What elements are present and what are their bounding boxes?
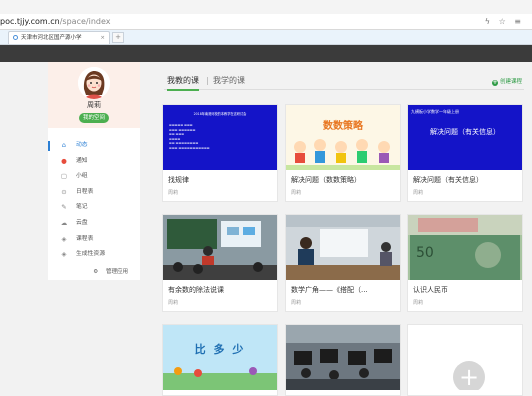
add-icon[interactable]: + xyxy=(453,361,485,390)
create-course-button[interactable]: + 创建课程 xyxy=(491,77,522,86)
course-tabs: 我教的课 | 我学的课 + 创建课程 xyxy=(164,73,524,91)
gear-icon: ⚙ xyxy=(93,269,99,275)
course-thumbnail: 2018年南港河校的本教学在这研讨会 ▬▬▬▬▬ ▬▬▬ ▬▬▬ ▬▬▬▬▬▬ ▬▬… xyxy=(163,105,277,170)
sidebar-item-label: 通知 xyxy=(76,157,88,164)
course-author: 周莉 xyxy=(413,300,424,306)
my-space-button[interactable]: 我的空间 xyxy=(79,113,109,123)
page-content: 周莉 我的空间 ⌂ 动态 ● 通知 ▢ 小组 ⊙ 日程表 ✎ 笔记 ☁ 云盘 ◈ 课程表 ◈ 生… xyxy=(0,62,532,396)
address-bar-icons[interactable]: ϟ ☆ ≡ xyxy=(485,14,524,29)
course-card[interactable]: 九横板小学数学一年级上册 解决问题（有关信息） 解决问题（有关信息） 周莉 xyxy=(407,104,523,202)
course-card[interactable] xyxy=(285,324,401,396)
address-bar[interactable]: poc.tjjy.com.cn/space/index ϟ ☆ ≡ xyxy=(0,14,532,30)
svg-text:50: 50 xyxy=(416,245,434,261)
course-title[interactable]: 解决问题（数数策略） xyxy=(291,175,361,185)
course-thumbnail: 50 xyxy=(408,215,522,280)
kids-illustration xyxy=(286,139,400,170)
cloud-icon: ☁ xyxy=(60,218,68,227)
sidebar-item-label: 笔记 xyxy=(76,204,88,211)
course-author: 周莉 xyxy=(291,300,302,306)
avatar[interactable] xyxy=(78,67,110,99)
sidebar-item-resources[interactable]: ◈ 生成性资源 xyxy=(48,247,140,263)
course-card[interactable]: 比 多 少 xyxy=(162,324,278,396)
course-thumbnail xyxy=(286,215,400,280)
tab-title: 天津市河北区国产源小学 xyxy=(21,35,82,41)
add-course-area[interactable]: + xyxy=(408,325,522,390)
course-card[interactable]: 50 认识人民币 周莉 xyxy=(407,214,523,312)
thumbnail-title: 解决问题（有关信息） xyxy=(430,128,500,136)
sidebar-item-label: 动态 xyxy=(76,142,88,148)
thumbnail-body-text: ▬▬▬▬▬ ▬▬▬ ▬▬▬ ▬▬▬▬▬▬ ▬▬ ▬▬▬ ▬▬▬▬ ▬▬ ▬▬▬▬▬▬▬▬… xyxy=(169,123,210,150)
manage-apps-link[interactable]: ⚙ 管理应用 xyxy=(48,267,140,275)
course-thumbnail: 比 多 少 xyxy=(163,325,277,390)
tab-separator: | xyxy=(206,76,209,85)
course-author: 周莉 xyxy=(291,190,302,196)
thumbnail-title: 比 多 少 xyxy=(194,343,246,356)
course-thumbnail: 九横板小学数学一年级上册 解决问题（有关信息） xyxy=(408,105,522,170)
calendar-icon: ⊙ xyxy=(61,187,67,196)
bell-icon: ● xyxy=(61,156,67,165)
teacher-photo xyxy=(286,215,400,280)
tab-favicon-icon xyxy=(13,35,18,40)
tab-my-teaching[interactable]: 我教的课 xyxy=(167,75,199,91)
sidebar-item-label: 课程表 xyxy=(76,235,94,242)
browser-tab[interactable]: 天津市河北区国产源小学 × xyxy=(8,31,110,44)
course-title[interactable]: 认识人民币 xyxy=(413,285,448,295)
sidebar-menu: ⌂ 动态 ● 通知 ▢ 小组 ⊙ 日程表 ✎ 笔记 ☁ 云盘 ◈ 课程表 ◈ 生成性资源 xyxy=(48,138,140,263)
course-title[interactable]: 解决问题（有关信息） xyxy=(413,175,483,185)
course-author: 周莉 xyxy=(168,300,179,306)
new-tab-button[interactable]: + xyxy=(112,32,124,43)
sidebar-item-schedule[interactable]: ⊙ 日程表 xyxy=(48,185,140,201)
course-card[interactable]: 数数策略 解决问题（数数策略） 周莉 xyxy=(285,104,401,202)
sidebar-item-label: 日程表 xyxy=(76,188,94,195)
course-title[interactable]: 有余数的除法说课 xyxy=(168,285,224,295)
sidebar: 周莉 我的空间 ⌂ 动态 ● 通知 ▢ 小组 ⊙ 日程表 ✎ 笔记 ☁ 云盘 ◈ 课程表 ◈ 生… xyxy=(48,62,140,280)
sidebar-item-dynamic[interactable]: ⌂ 动态 xyxy=(48,138,140,154)
sidebar-item-group[interactable]: ▢ 小组 xyxy=(48,169,140,185)
pen-icon: ✎ xyxy=(61,203,67,212)
course-thumbnail: 数数策略 xyxy=(286,105,400,170)
browser-window: poc.tjjy.com.cn/space/index ϟ ☆ ≡ 天津市河北区… xyxy=(0,0,532,396)
tab-my-learning[interactable]: 我学的课 xyxy=(213,75,245,86)
user-name: 周莉 xyxy=(87,101,101,109)
manage-apps-label: 管理应用 xyxy=(105,269,128,275)
add-course-card[interactable]: + xyxy=(407,324,523,396)
course-icon: ◈ xyxy=(61,234,67,243)
tab-close-icon[interactable]: × xyxy=(100,32,105,44)
course-card[interactable]: 有余数的除法说课 周莉 xyxy=(162,214,278,312)
sidebar-item-label: 小组 xyxy=(76,173,88,180)
create-course-label: 创建课程 xyxy=(499,79,522,85)
course-card[interactable]: 数学广角——《搭配（... 周莉 xyxy=(285,214,401,312)
thumbnail-subtitle: 九横板小学数学一年级上册 xyxy=(411,109,459,114)
browser-tab-strip: 天津市河北区国产源小学 × + xyxy=(0,30,532,45)
course-title[interactable]: 数学广角——《搭配（... xyxy=(291,285,368,295)
add-icon: + xyxy=(491,79,498,86)
computer-lab-photo xyxy=(286,325,400,390)
site-header-bar xyxy=(0,45,532,62)
sidebar-item-notes[interactable]: ✎ 笔记 xyxy=(48,200,140,216)
bi-duo-shao-illustration xyxy=(163,325,277,390)
thumbnail-title: 2018年南港河校的本教学在这研讨会 xyxy=(193,112,247,116)
banknote-image: 50 xyxy=(408,215,522,280)
course-card[interactable]: 2018年南港河校的本教学在这研讨会 ▬▬▬▬▬ ▬▬▬ ▬▬▬ ▬▬▬▬▬▬ ▬▬… xyxy=(162,104,278,202)
resource-icon: ◈ xyxy=(61,250,67,259)
sidebar-item-label: 生成性资源 xyxy=(76,251,105,258)
sidebar-item-label: 云盘 xyxy=(76,219,88,226)
classroom-photo xyxy=(163,215,277,280)
home-icon: ⌂ xyxy=(61,141,67,149)
course-author: 周莉 xyxy=(413,190,424,196)
course-thumbnail xyxy=(163,215,277,280)
course-title[interactable]: 找规律 xyxy=(168,175,189,185)
sidebar-item-cloud[interactable]: ☁ 云盘 xyxy=(48,216,140,232)
sidebar-item-timetable[interactable]: ◈ 课程表 xyxy=(48,232,140,248)
group-icon: ▢ xyxy=(60,172,68,181)
url-text[interactable]: poc.tjjy.com.cn/space/index xyxy=(0,14,110,29)
thumbnail-title: 数数策略 xyxy=(323,121,363,132)
course-author: 周莉 xyxy=(168,190,179,196)
profile-panel: 周莉 我的空间 xyxy=(48,62,140,128)
course-thumbnail xyxy=(286,325,400,390)
sidebar-item-notice[interactable]: ● 通知 xyxy=(48,154,140,170)
